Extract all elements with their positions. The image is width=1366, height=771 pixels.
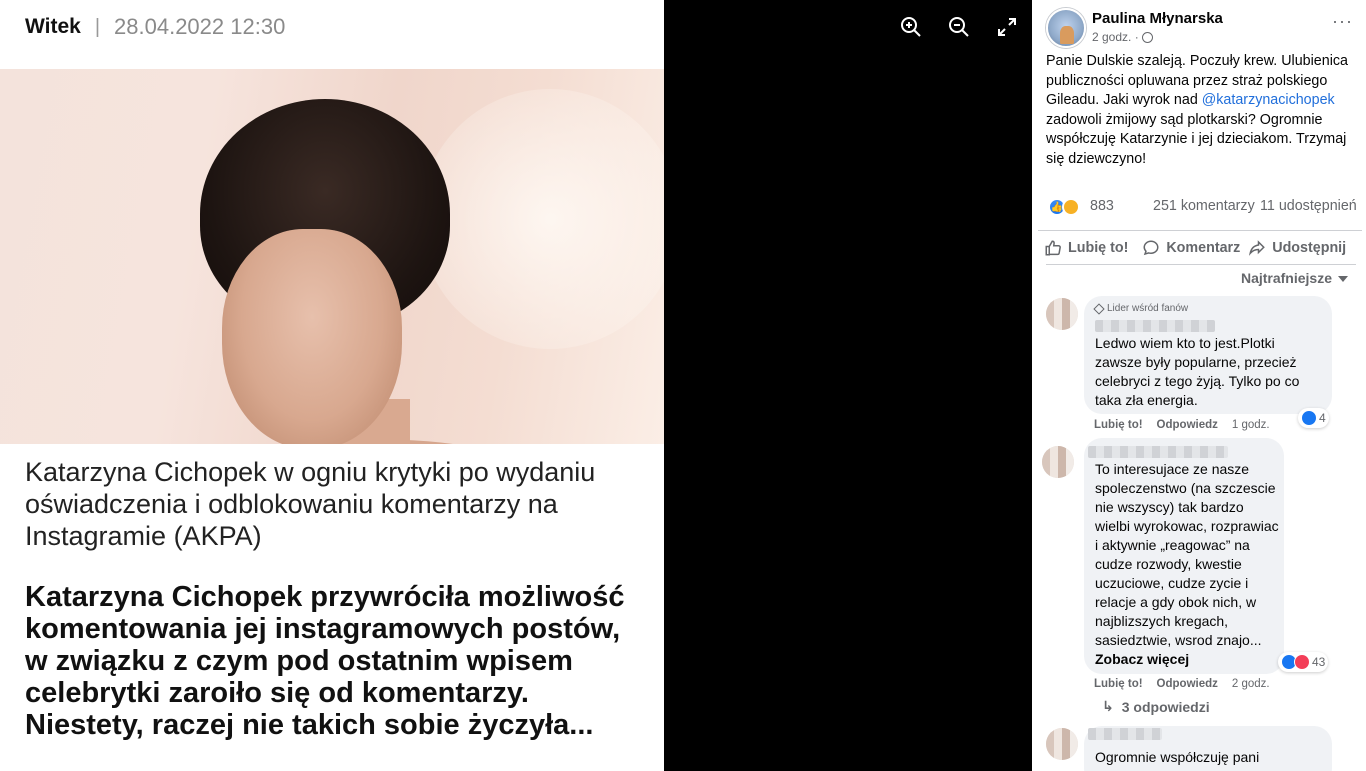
mention-link[interactable]: @katarzynacichopek — [1202, 92, 1335, 108]
post-text-part: zadowoli żmijowy sąd plotkarski? Ogromni… — [1046, 111, 1347, 167]
comment-reactions[interactable]: 4 — [1298, 408, 1329, 428]
caret-down-icon — [1338, 276, 1348, 282]
comment-like-button[interactable]: Lubię to! — [1094, 678, 1143, 690]
more-options-icon[interactable]: ··· — [1332, 12, 1354, 30]
fan-badge-label: Lider wśród fanów — [1107, 303, 1189, 314]
comment-avatar[interactable] — [1046, 298, 1078, 330]
sort-label: Najtrafniejsze — [1240, 270, 1332, 286]
thumbs-up-icon — [1045, 239, 1061, 255]
comment-text: Ledwo wiem kto to jest.Plotki zawsze był… — [1095, 335, 1300, 408]
divider — [1046, 264, 1356, 265]
comment-bubble: To interesujace ze nasze spoleczenstwo (… — [1084, 438, 1284, 674]
comment-reply-button[interactable]: Odpowiedz — [1157, 419, 1218, 431]
comment-bubble: Lider wśród fanów Ledwo wiem kto to jest… — [1084, 296, 1332, 414]
commenter-name[interactable] — [1095, 320, 1215, 332]
post-author[interactable]: Paulina Młynarska — [1092, 10, 1223, 27]
globe-icon — [1141, 31, 1153, 43]
comment-avatar[interactable] — [1046, 728, 1078, 760]
post-meta: 2 godz. · — [1092, 30, 1153, 44]
comment-time[interactable]: 2 godz. — [1232, 678, 1270, 690]
comment-actions: Lubię to! Odpowiedz 1 godz. — [1094, 419, 1270, 431]
reactions-count[interactable]: 883 — [1090, 198, 1114, 214]
comment-sort-dropdown[interactable]: Najtrafniejsze — [1241, 270, 1348, 286]
header-separator: | — [94, 15, 101, 38]
fan-badge: Lider wśród fanów — [1093, 302, 1189, 315]
comment-text: To interesujace ze nasze spoleczenstwo (… — [1095, 460, 1281, 669]
share-button[interactable]: Udostępnij — [1244, 239, 1350, 257]
care-reaction-icon — [1062, 198, 1080, 216]
comment-actions: Lubię to! Odpowiedz 2 godz. — [1094, 678, 1270, 690]
comment-reactions[interactable]: 43 — [1278, 652, 1329, 672]
reply-arrow-icon: ↳ — [1102, 698, 1114, 714]
see-more-link[interactable]: Zobacz więcej — [1095, 651, 1189, 667]
zoom-out-icon[interactable] — [946, 14, 972, 40]
comment-bubble: Ogromnie współczuję pani — [1084, 726, 1332, 771]
replies-label: 3 odpowiedzi — [1121, 698, 1210, 715]
view-replies-button[interactable]: ↳ 3 odpowiedzi — [1102, 698, 1210, 715]
article-lead: Katarzyna Cichopek przywróciła możliwość… — [25, 581, 625, 741]
post-text: Panie Dulskie szaleją. Poczuły krew. Ulu… — [1046, 52, 1354, 169]
like-button[interactable]: Lubię to! — [1040, 239, 1132, 257]
share-icon — [1249, 239, 1266, 256]
photo-viewer: Witek | 28.04.2022 12:30 Katarzyna Cicho… — [0, 0, 1032, 771]
comment-icon — [1143, 239, 1159, 255]
love-reaction-icon — [1294, 654, 1310, 670]
post-panel: Paulina Młynarska 2 godz. · ··· Panie Du… — [1032, 0, 1366, 771]
comment-reaction-count: 43 — [1312, 655, 1326, 669]
comment-label: Komentarz — [1166, 239, 1241, 256]
article-author: Witek — [25, 15, 81, 38]
commenter-name[interactable] — [1088, 728, 1162, 740]
comment-reaction-count: 4 — [1319, 411, 1326, 425]
comment-like-button[interactable]: Lubię to! — [1094, 419, 1143, 431]
post-header: Paulina Młynarska 2 godz. · ··· — [1046, 8, 1358, 48]
comment-text-body: To interesujace ze nasze spoleczenstwo (… — [1095, 461, 1279, 648]
shares-count[interactable]: 11 udostępnień — [1260, 198, 1357, 214]
comment-time[interactable]: 1 godz. — [1232, 419, 1270, 431]
article-image: Witek | 28.04.2022 12:30 Katarzyna Cicho… — [0, 0, 664, 771]
comment-avatar[interactable] — [1042, 446, 1074, 478]
article-header: Witek | 28.04.2022 12:30 — [25, 12, 285, 42]
share-label: Udostępnij — [1272, 239, 1347, 256]
reactions-summary: 👍 883 251 komentarzy 11 udostępnień — [1046, 196, 1362, 218]
post-actions: Lubię to! Komentarz Udostępnij — [1038, 230, 1362, 264]
comment-text: Ogromnie współczuję pani — [1095, 749, 1260, 765]
diamond-icon — [1093, 302, 1105, 315]
reaction-icons[interactable]: 👍 — [1048, 198, 1088, 216]
post-time[interactable]: 2 godz. · — [1092, 30, 1139, 44]
like-label: Lubię to! — [1068, 239, 1129, 256]
avatar[interactable] — [1046, 8, 1086, 48]
article-title: Katarzyna Cichopek w ogniu krytyki po wy… — [25, 457, 596, 551]
commenter-name[interactable] — [1088, 446, 1228, 458]
fullscreen-icon[interactable] — [994, 14, 1020, 40]
like-reaction-icon — [1301, 410, 1317, 426]
comment-reply-button[interactable]: Odpowiedz — [1157, 678, 1218, 690]
comment-button[interactable]: Komentarz — [1138, 239, 1244, 257]
article-datetime: 28.04.2022 12:30 — [114, 14, 286, 39]
comments-count[interactable]: 251 komentarzy — [1153, 198, 1255, 214]
zoom-in-icon[interactable] — [898, 14, 924, 40]
viewer-toolbar — [898, 14, 1020, 40]
article-photo — [0, 69, 664, 444]
